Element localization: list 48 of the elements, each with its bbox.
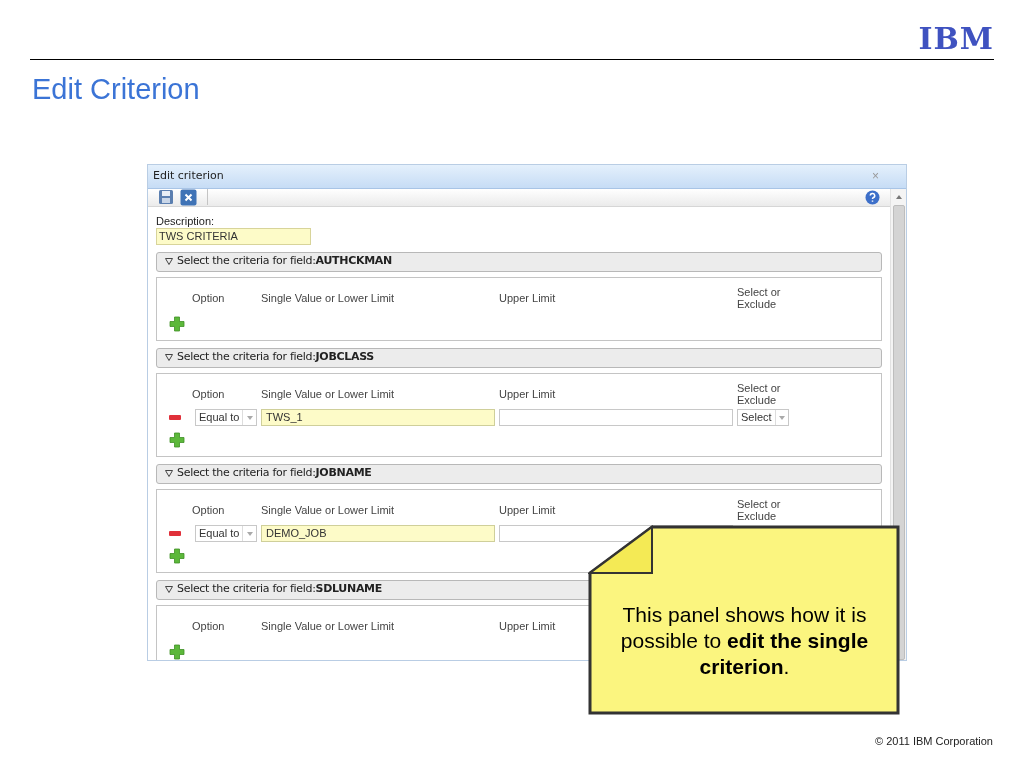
section-header[interactable]: Select the criteria for field:JOBNAME — [156, 463, 882, 484]
dialog-title: Edit criterion — [153, 167, 224, 184]
help-icon[interactable] — [865, 189, 880, 205]
copyright-text: © 2011 IBM Corporation — [875, 733, 993, 749]
section-header[interactable]: Select the criteria for field:AUTHCKMAN — [156, 251, 882, 272]
description-label: Description: — [156, 214, 216, 228]
caret-icon — [246, 415, 253, 420]
column-header: Upper Limit — [499, 503, 556, 516]
column-header: Upper Limit — [499, 291, 556, 304]
close-icon[interactable] — [180, 188, 197, 206]
section-title: Select the criteria for field:JOBCLASS — [177, 349, 374, 366]
scroll-up-icon[interactable] — [895, 194, 902, 199]
slide-title: Edit Criterion — [32, 72, 201, 107]
remove-icon[interactable] — [169, 530, 181, 537]
section-title: Select the criteria for field:AUTHCKMAN — [177, 253, 392, 270]
description-field[interactable]: TWS CRITERIA — [156, 227, 311, 245]
value-field[interactable]: DEMO_JOB — [261, 525, 495, 542]
dropdown[interactable]: Equal to — [195, 409, 257, 426]
add-icon[interactable] — [169, 315, 185, 332]
remove-icon[interactable] — [169, 414, 181, 421]
column-header: Select or Exclude — [737, 497, 782, 522]
column-header: Select or Exclude — [737, 381, 782, 406]
column-header: Single Value or Lower Limit — [261, 503, 395, 516]
column-header: Upper Limit — [499, 387, 556, 400]
caret-icon — [778, 415, 785, 420]
column-header: Option — [192, 291, 225, 304]
section-header[interactable]: Select the criteria for field:JOBCLASS — [156, 347, 882, 368]
add-icon[interactable] — [169, 643, 185, 660]
column-header: Upper Limit — [499, 619, 556, 632]
column-header: Option — [192, 387, 225, 400]
column-header: Option — [192, 503, 225, 516]
add-icon[interactable] — [169, 431, 185, 448]
column-header: Option — [192, 619, 225, 632]
save-icon[interactable] — [158, 189, 174, 205]
column-header: Single Value or Lower Limit — [261, 291, 395, 304]
column-header: Single Value or Lower Limit — [261, 619, 395, 632]
value-field[interactable]: TWS_1 — [261, 409, 495, 426]
column-header: Select or Exclude — [737, 285, 782, 310]
upper-limit-field[interactable] — [499, 409, 733, 426]
caret-icon — [246, 531, 253, 536]
section-title: Select the criteria for field:JOBNAME — [177, 465, 372, 482]
add-icon[interactable] — [169, 547, 185, 564]
dropdown[interactable]: Equal to — [195, 525, 257, 542]
callout-text: This panel shows how it is possible to edit the single criterion. — [619, 602, 870, 680]
dropdown[interactable]: Select — [737, 409, 789, 426]
column-header: Single Value or Lower Limit — [261, 387, 395, 400]
section-title: Select the criteria for field:SDLUNAME — [177, 581, 382, 598]
logo: IBM — [918, 24, 994, 54]
